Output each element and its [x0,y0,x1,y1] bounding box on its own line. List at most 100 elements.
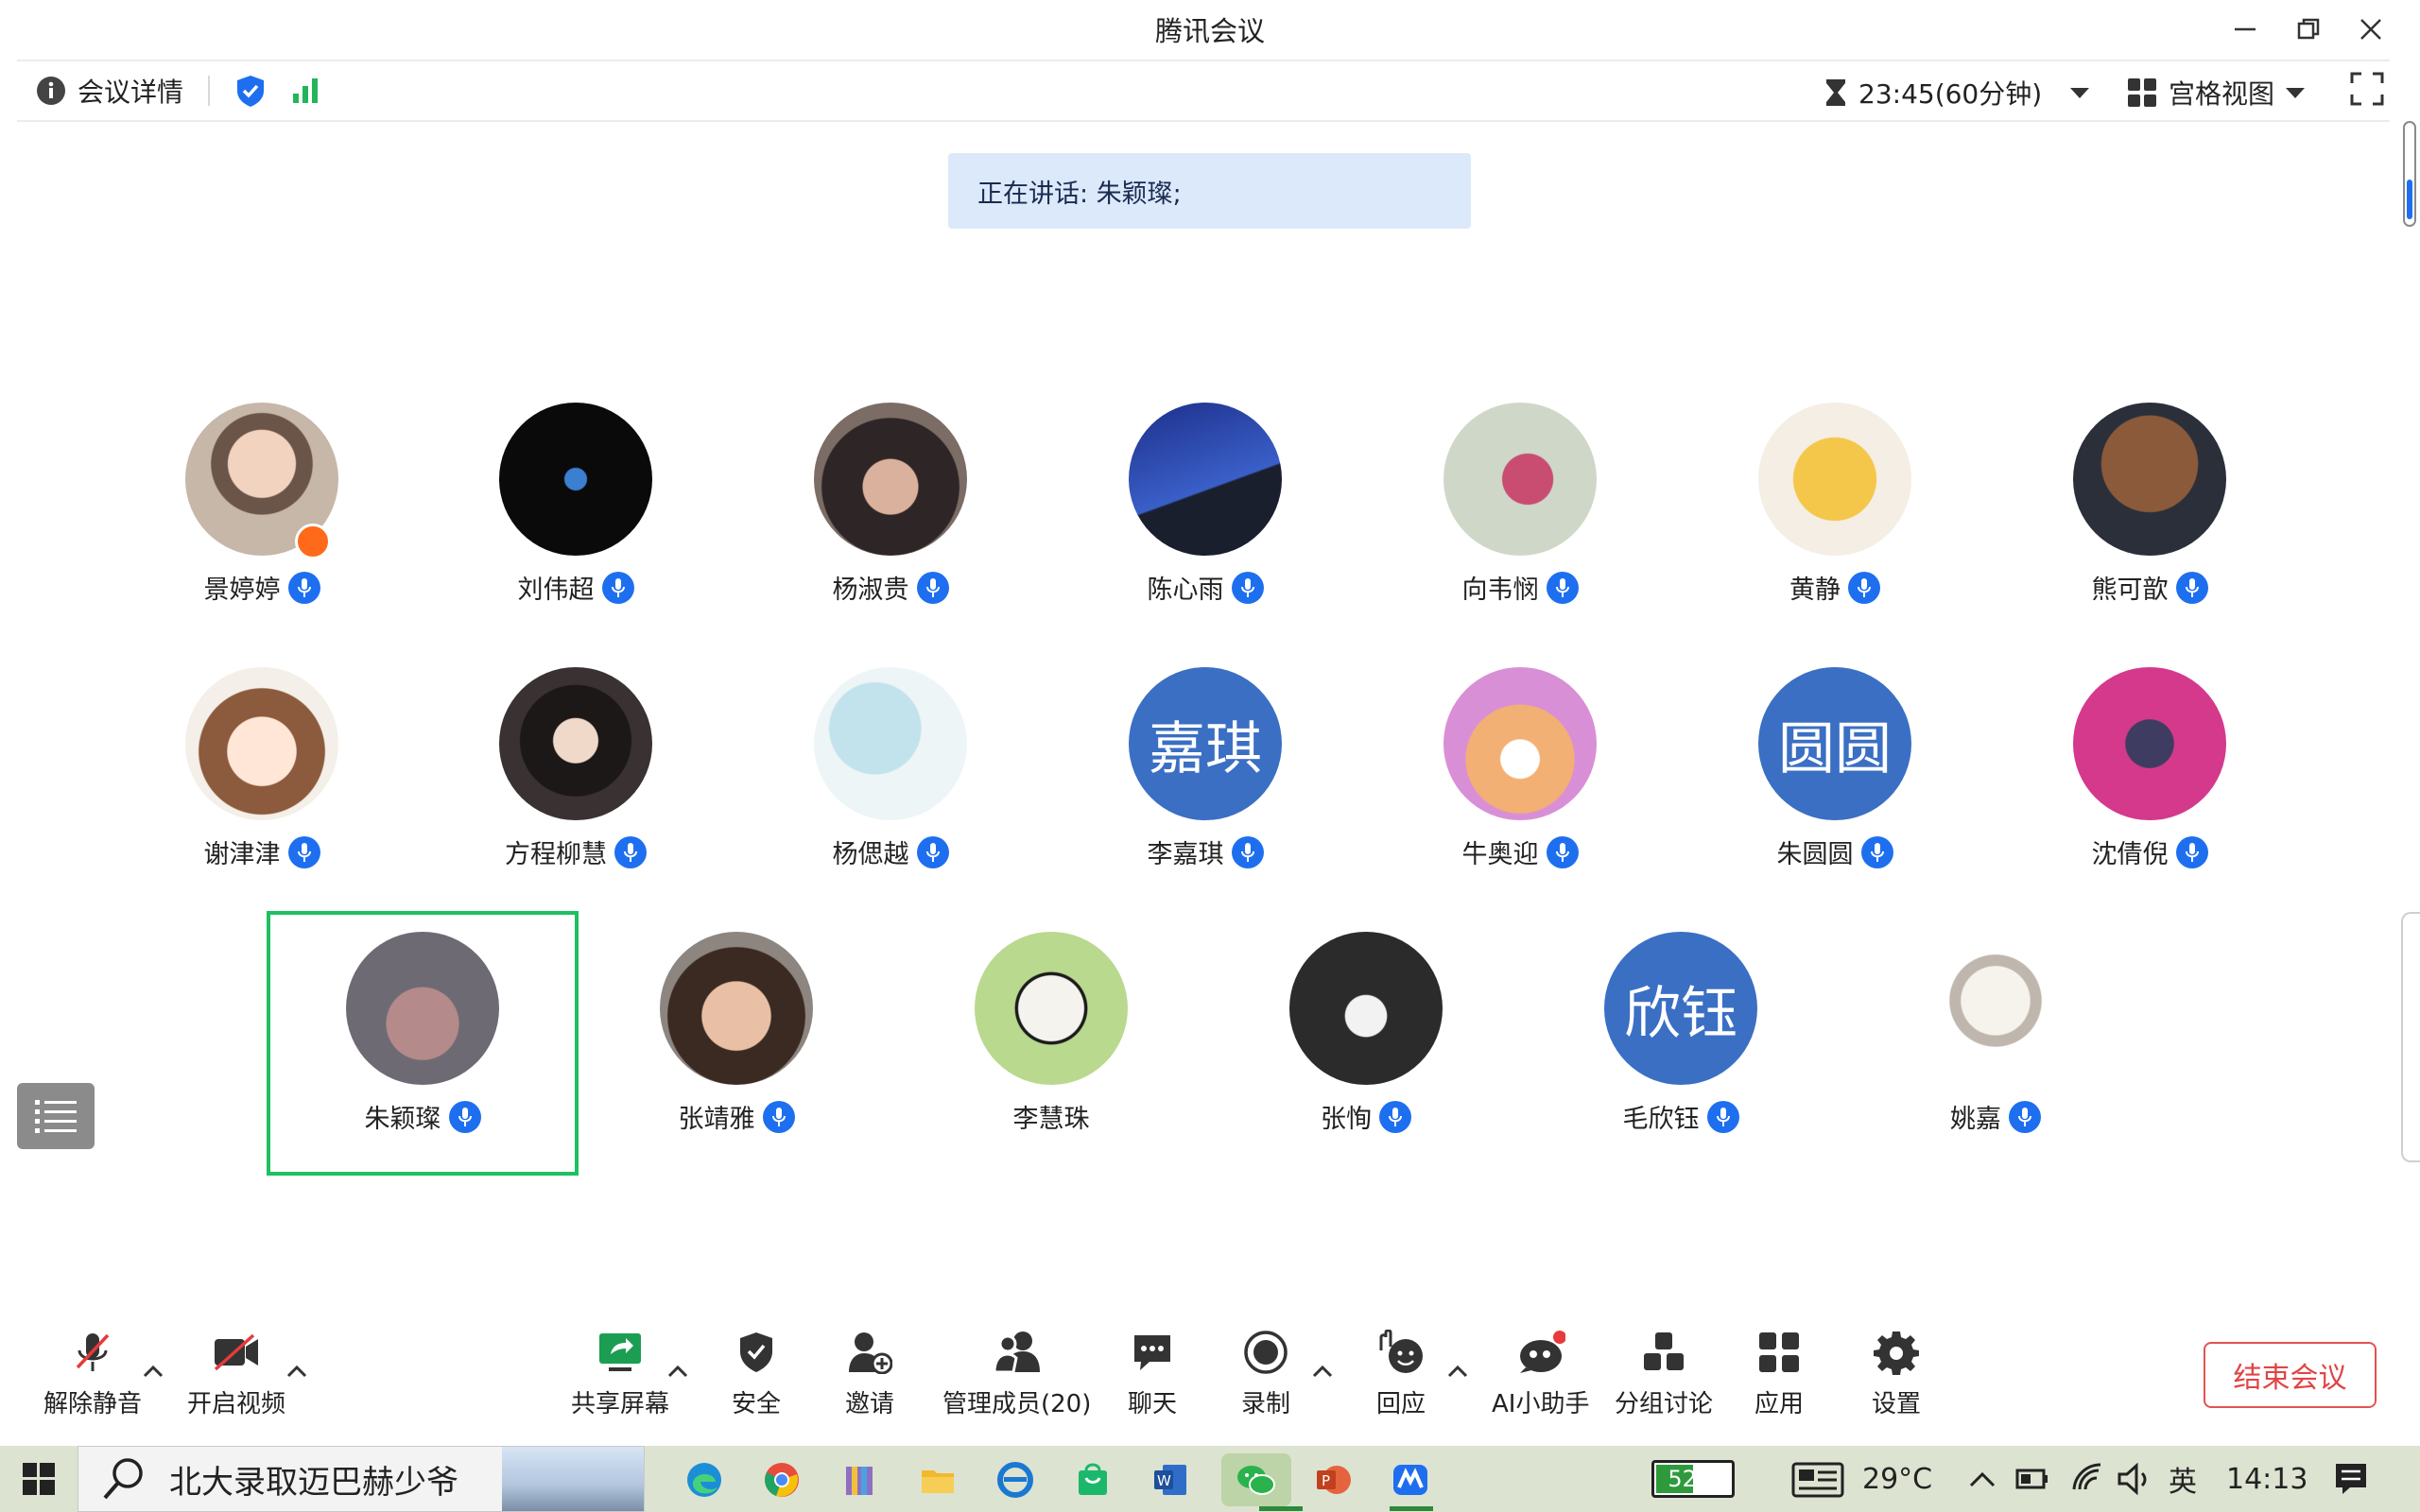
battery-indicator[interactable]: 52% [1651,1460,1735,1498]
meeting-info-button[interactable]: 会议详情 [36,72,183,110]
weather-text[interactable]: 29°C [1862,1446,1932,1512]
participant-tile[interactable]: 熊可歆 [1994,386,2306,650]
participant-tile[interactable]: 李慧珠 [895,915,1207,1179]
volume-icon[interactable] [2118,1463,2153,1495]
apps-icon [1759,1332,1799,1372]
mic-status-icon [1231,835,1264,868]
security-label: 安全 [732,1390,782,1418]
taskbar-app-tencent-meeting[interactable] [1384,1453,1437,1506]
record-button[interactable]: 录制 [1241,1328,1290,1419]
chevron-up-icon[interactable] [285,1360,308,1383]
chevron-up-icon[interactable] [1968,1467,1996,1493]
text-avatar: 嘉琪 [1129,667,1282,820]
participant-tile[interactable]: 黄静 [1679,386,1991,650]
invite-button[interactable]: 邀请 [845,1328,894,1419]
participant-tile[interactable]: 张靖雅 [580,915,892,1179]
fullscreen-button[interactable] [2350,72,2384,106]
participant-name: 李嘉琪 [1147,840,1224,869]
info-icon [37,77,65,105]
taskbar-search-box[interactable]: 北大录取迈巴赫少爷 [78,1446,645,1512]
chevron-up-icon[interactable] [1311,1360,1334,1383]
security-button[interactable]: 安全 [732,1328,781,1419]
participant-tile[interactable]: 嘉琪李嘉琪 [1049,650,1361,915]
participant-name-row: 朱颖璨 [365,1098,481,1135]
chevron-up-icon[interactable] [666,1360,689,1383]
text-avatar: 欣钰 [1604,932,1757,1085]
start-button[interactable] [0,1446,78,1512]
scrollbar[interactable] [2403,121,2416,227]
share-screen-label: 共享屏幕 [571,1390,670,1418]
text-avatar: 圆圆 [1758,667,1911,820]
taskbar-app-powerpoint[interactable]: P [1306,1453,1359,1506]
apps-button[interactable]: 应用 [1754,1328,1804,1419]
view-mode-selector[interactable]: 宫格视图 [2127,74,2306,112]
list-button[interactable] [17,1083,95,1149]
participant-tile[interactable]: 杨淑贵 [735,386,1046,650]
notification-icon[interactable] [2333,1461,2369,1497]
video-button[interactable]: 开启视频 [187,1328,285,1419]
chat-button[interactable]: 聊天 [1128,1328,1177,1419]
participant-tile[interactable]: 圆圆 朱圆圆 [1679,650,1991,915]
chevron-up-icon[interactable] [142,1360,164,1383]
minimize-button[interactable] [2217,9,2273,49]
share-screen-button[interactable]: 共享屏幕 [571,1328,669,1419]
battery-status-icon[interactable] [2015,1465,2049,1493]
taskbar-app-archive[interactable] [833,1453,886,1506]
participant-tile[interactable]: 杨偲越 [735,650,1046,915]
taskbar-app-store[interactable] [1066,1453,1119,1506]
settings-button[interactable]: 设置 [1872,1328,1921,1419]
participant-tile[interactable]: 陈心雨 [1049,386,1361,650]
taskbar-app-wechat[interactable] [1221,1453,1291,1506]
participant-name-row: 沈倩倪 [2092,833,2208,870]
participant-tile[interactable]: 向韦悯 [1364,386,1676,650]
participant-tile[interactable]: 张恂 [1210,915,1522,1179]
participant-tile[interactable]: 欣钰 毛欣钰 [1525,915,1837,1179]
mic-status-icon [1231,571,1264,604]
mic-status-icon [916,571,949,604]
unmute-button[interactable]: 解除静音 [43,1328,142,1419]
record-icon [1244,1331,1288,1374]
taskbar-app-chrome[interactable] [755,1453,808,1506]
participant-tile[interactable]: 谢津津 [106,650,418,915]
participant-name-row: 牛奥迎 [1462,833,1579,870]
participant-tile[interactable]: 景婷婷 [106,386,418,650]
breakout-rooms-button[interactable]: 分组讨论 [1615,1328,1713,1419]
end-meeting-button[interactable]: 结束会议 [2204,1342,2377,1408]
shield-icon[interactable] [234,74,267,108]
participant-tile[interactable]: 方程柳慧 [420,650,732,915]
taskbar-app-edge[interactable] [678,1453,731,1506]
manage-members-button[interactable]: 管理成员(20) [942,1328,1091,1419]
share-screen-icon [599,1333,641,1371]
reaction-button[interactable]: 回应 [1376,1328,1426,1419]
avatar [499,403,652,556]
manage-members-label: 管理成员(20) [942,1390,1092,1418]
meeting-info-label: 会议详情 [78,77,184,108]
side-panel-handle[interactable] [2401,912,2420,1162]
meeting-timer[interactable]: 23:45(60分钟) [1824,74,2090,112]
taskbar-app-word[interactable]: W [1144,1453,1197,1506]
ime-indicator[interactable]: 英 [2169,1446,2197,1512]
clock-time[interactable]: 14:13 [2226,1446,2308,1512]
minimize-icon [2235,27,2256,31]
participant-tile[interactable]: 刘伟超 [420,386,732,650]
participant-tile[interactable]: 姚嘉 [1840,915,2152,1179]
restore-button[interactable] [2280,9,2337,49]
mic-status-icon [448,1100,481,1133]
reaction-icon [1379,1330,1423,1373]
wifi-icon[interactable] [2070,1461,2104,1495]
end-meeting-label: 结束会议 [2233,1362,2347,1395]
participant-tile[interactable]: 牛奥迎 [1364,650,1676,915]
taskbar-app-explorer[interactable] [911,1453,964,1506]
ai-assistant-button[interactable]: AI小助手 [1492,1328,1589,1419]
participant-tile[interactable]: 沈倩倪 [1994,650,2306,915]
close-button[interactable] [2342,9,2399,49]
scrollbar-thumb[interactable] [2407,180,2412,219]
signal-icon[interactable] [291,77,321,105]
news-icon[interactable] [1791,1461,1844,1499]
archive-icon [846,1467,873,1495]
store-icon [1079,1463,1107,1495]
participant-tile[interactable]: 朱颖璨 [267,911,579,1176]
chevron-up-icon[interactable] [1446,1360,1469,1383]
taskbar-app-ie[interactable] [989,1453,1042,1506]
folder-icon [922,1470,954,1493]
